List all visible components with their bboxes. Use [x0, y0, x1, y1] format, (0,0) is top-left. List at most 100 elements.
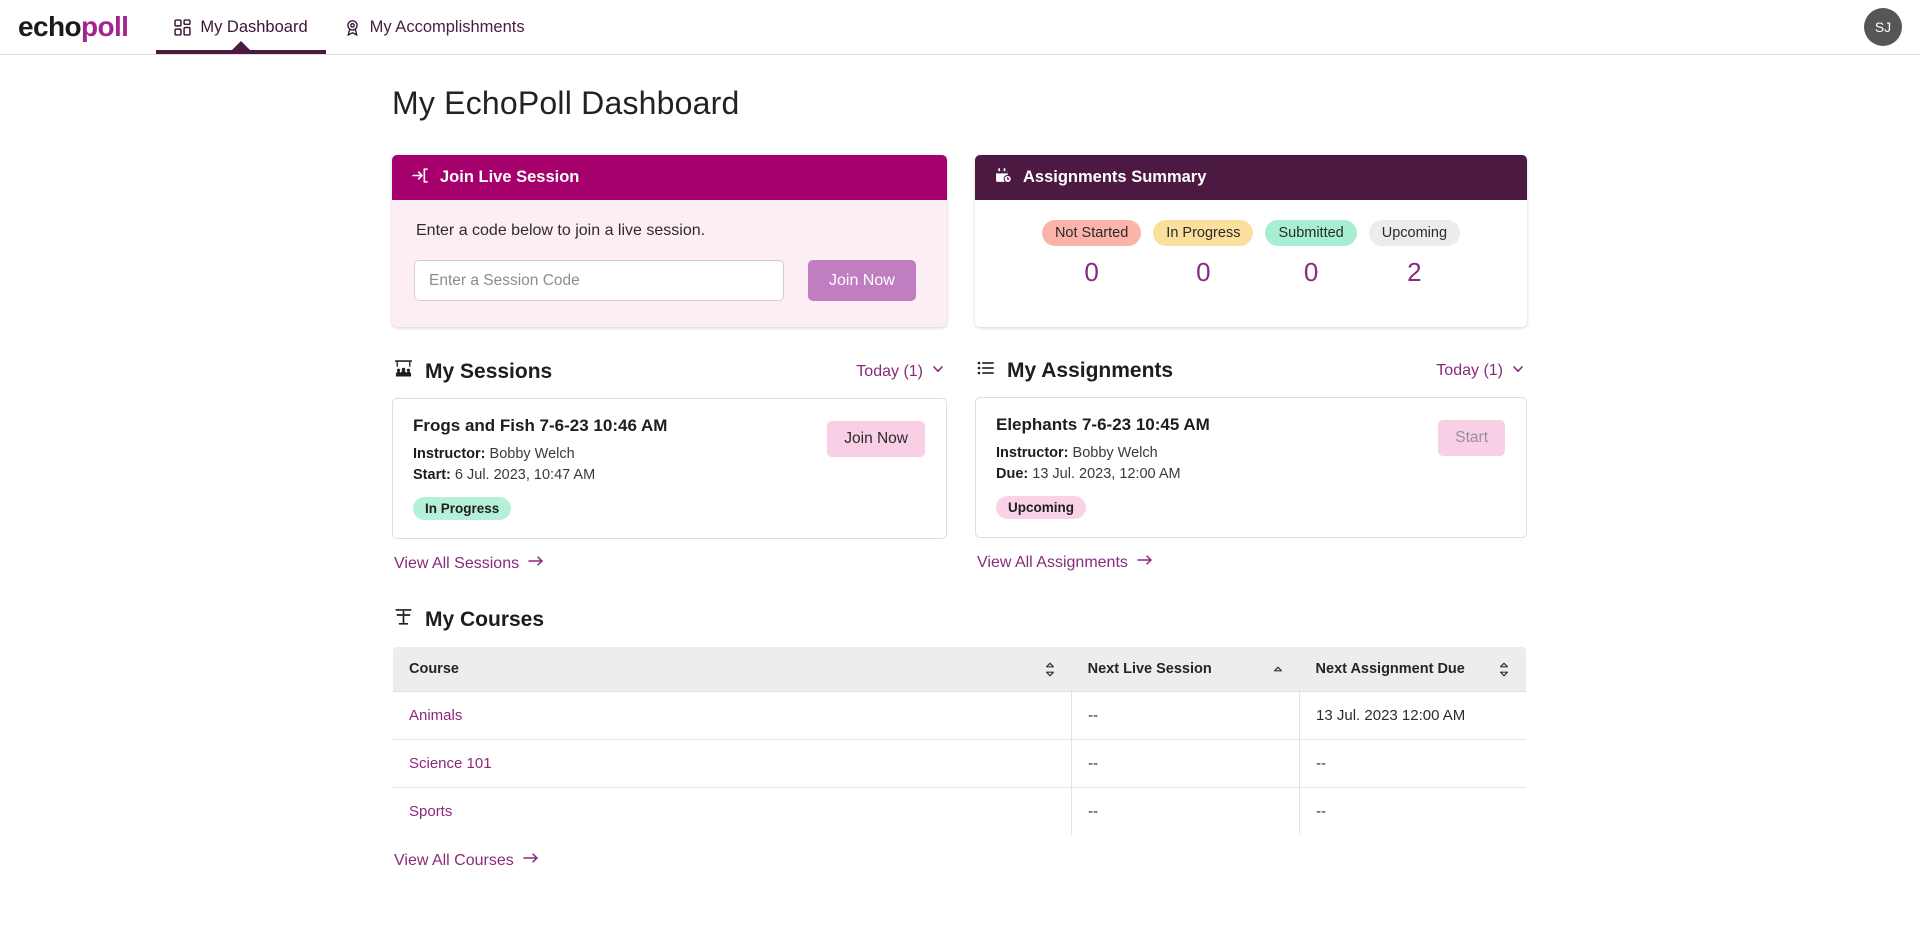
my-assignments-filter[interactable]: Today (1) [1436, 362, 1525, 381]
courses-table: Course Next Live Session Next Assignment… [392, 646, 1527, 836]
my-courses-section: My Courses Course Next Live Session Next… [392, 607, 1527, 870]
assignments-summary-header: Assignments Summary [975, 155, 1527, 200]
arrow-right-icon [1137, 553, 1154, 572]
assignment-due-value: 13 Jul. 2023, 12:00 AM [1032, 466, 1181, 482]
assignment-status-badge: Upcoming [996, 496, 1086, 519]
avatar[interactable]: SJ [1864, 8, 1902, 46]
assignment-card[interactable]: Elephants 7-6-23 10:45 AM Instructor: Bo… [975, 397, 1527, 538]
stat-upcoming-value: 2 [1407, 257, 1422, 287]
next-live-session-cell: -- [1071, 691, 1301, 740]
column-header-course[interactable]: Course [393, 647, 1072, 692]
next-assignment-due-cell: -- [1316, 803, 1327, 820]
sort-both-icon [1044, 662, 1056, 677]
column-header-next-live-session[interactable]: Next Live Session [1071, 647, 1300, 692]
tab-my-accomplishments[interactable]: My Accomplishments [326, 0, 543, 54]
my-sessions-title: My Sessions [394, 359, 552, 384]
chevron-down-icon [931, 362, 945, 381]
stat-upcoming-chip: Upcoming [1368, 220, 1461, 246]
session-instructor-name: Bobby Welch [489, 446, 575, 462]
join-live-session-form: Join Now [414, 260, 925, 301]
table-row: Sports -- -- [393, 787, 1526, 835]
session-start: Start: 6 Jul. 2023, 10:47 AM [413, 467, 926, 483]
column-header-course-label: Course [409, 661, 459, 677]
my-assignments-title: My Assignments [977, 359, 1173, 383]
my-assignments-title-label: My Assignments [1007, 359, 1174, 382]
avatar-initials: SJ [1874, 19, 1892, 35]
chevron-down-icon [1511, 362, 1525, 381]
join-live-session-header: Join Live Session [392, 155, 947, 200]
stat-not-started[interactable]: Not Started 0 [1041, 220, 1142, 288]
session-start-value: 6 Jul. 2023, 10:47 AM [454, 467, 596, 483]
course-link[interactable]: Science 101 [409, 755, 492, 772]
stat-submitted-chip: Submitted [1265, 220, 1357, 246]
top-navigation-bar: echo poll My Dashboard My Accomplishment… [0, 0, 1920, 55]
my-sessions-header: My Sessions Today (1) [392, 359, 947, 384]
courses-table-body: Animals -- 13 Jul. 2023 12:00 AM Science… [393, 691, 1526, 835]
echopoll-logo[interactable]: echo poll [0, 0, 129, 54]
view-all-courses-link[interactable]: View All Courses [394, 851, 540, 870]
my-courses-title: My Courses [394, 607, 544, 632]
column-header-next-live-session-label: Next Live Session [1087, 661, 1212, 677]
login-arrow-icon [412, 167, 429, 189]
course-link[interactable]: Sports [409, 803, 452, 820]
join-now-button[interactable]: Join Now [808, 260, 916, 301]
view-all-assignments-label: View All Assignments [977, 553, 1128, 571]
my-sessions-section: My Sessions Today (1) Frogs and Fish 7-6… [392, 359, 947, 573]
content-wrapper: My EchoPoll Dashboard Join Live Session … [392, 85, 1527, 870]
stat-not-started-chip: Not Started [1041, 220, 1142, 246]
tab-my-accomplishments-label: My Accomplishments [369, 17, 525, 36]
arrow-right-icon [528, 554, 545, 573]
assignment-title: Elephants 7-6-23 10:45 AM [996, 415, 1210, 434]
table-row: Animals -- 13 Jul. 2023 12:00 AM [393, 691, 1526, 740]
view-all-assignments-link[interactable]: View All Assignments [977, 553, 1154, 572]
active-tab-caret [231, 41, 250, 50]
course-cell: Animals [393, 691, 1073, 740]
view-all-courses-label: View All Courses [394, 851, 514, 869]
next-assignment-due-cell: -- [1299, 739, 1526, 788]
arrow-right-icon [523, 851, 540, 870]
nav-tabs: My Dashboard My Accomplishments [156, 0, 542, 54]
join-live-session-body: Enter a code below to join a live sessio… [392, 200, 947, 327]
grid-icon [174, 18, 192, 36]
sessions-assignments-row: My Sessions Today (1) Frogs and Fish 7-6… [392, 359, 1527, 573]
next-live-session-cell: -- [1071, 787, 1301, 835]
stat-in-progress[interactable]: In Progress 0 [1153, 220, 1254, 288]
assignment-start-button[interactable]: Start [1438, 420, 1505, 456]
view-all-sessions-link[interactable]: View All Sessions [394, 554, 545, 573]
session-code-input[interactable] [414, 260, 784, 301]
award-icon [344, 19, 361, 36]
stat-in-progress-value: 0 [1196, 257, 1211, 287]
assignments-summary-header-label: Assignments Summary [1023, 168, 1207, 186]
column-header-next-assignment-due[interactable]: Next Assignment Due [1299, 647, 1526, 692]
assignment-instructor: Instructor: Bobby Welch [996, 445, 1506, 461]
stat-upcoming[interactable]: Upcoming 2 [1368, 220, 1461, 288]
assignments-summary-card: Assignments Summary Not Started 0 In Pro… [975, 155, 1527, 327]
session-status-badge: In Progress [413, 497, 512, 520]
presentation-audience-icon [394, 359, 413, 384]
sort-both-icon [1498, 662, 1510, 677]
session-join-now-button[interactable]: Join Now [827, 421, 925, 457]
tab-my-dashboard[interactable]: My Dashboard [156, 0, 326, 54]
my-assignments-section: My Assignments Today (1) Elephants 7-6-2… [975, 359, 1527, 573]
course-link[interactable]: Animals [409, 707, 462, 724]
session-card[interactable]: Frogs and Fish 7-6-23 10:46 AM Instructo… [392, 398, 947, 539]
session-instructor-label: Instructor: [413, 446, 486, 462]
my-sessions-filter-label: Today (1) [856, 362, 923, 380]
assignment-instructor-name: Bobby Welch [1072, 445, 1158, 461]
page-title: My EchoPoll Dashboard [392, 85, 740, 121]
stat-not-started-value: 0 [1084, 257, 1099, 287]
assignment-due-label: Due: [996, 466, 1029, 482]
tab-my-dashboard-label: My Dashboard [200, 17, 308, 36]
course-cell: Sports [393, 787, 1073, 835]
assignments-summary-stats: Not Started 0 In Progress 0 Submitted 0 … [975, 200, 1527, 314]
my-sessions-filter[interactable]: Today (1) [856, 362, 945, 381]
my-courses-header: My Courses [392, 607, 1527, 632]
courses-table-head: Course Next Live Session Next Assignment… [393, 647, 1526, 692]
my-assignments-filter-label: Today (1) [1436, 362, 1503, 379]
logo-text-echo: echo [18, 11, 82, 42]
list-icon [977, 359, 995, 383]
calendar-clock-icon [995, 167, 1012, 189]
stat-submitted-value: 0 [1303, 257, 1319, 287]
join-live-session-description: Enter a code below to join a live sessio… [416, 222, 706, 239]
stat-submitted[interactable]: Submitted 0 [1265, 220, 1357, 288]
